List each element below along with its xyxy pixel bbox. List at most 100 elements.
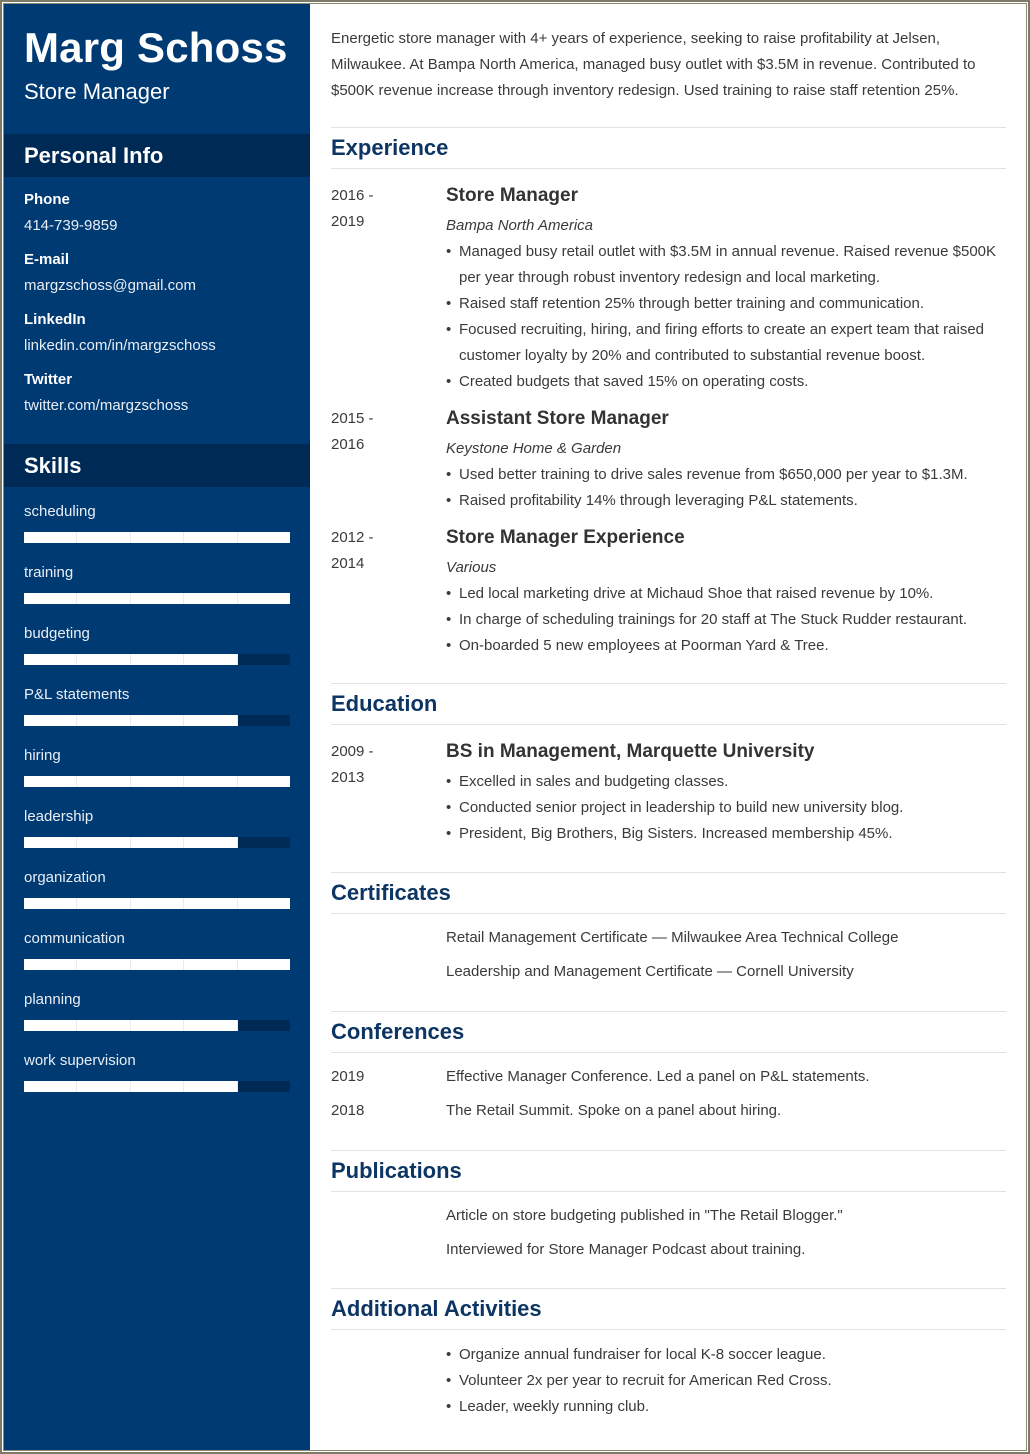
skill-level-segment-filled (237, 593, 291, 604)
date-start: 2012 - (331, 529, 374, 546)
bullet-item: On-boarded 5 new employees at Poorman Ya… (446, 633, 1006, 659)
skill-level-bar (24, 776, 291, 787)
section-title: Publications (331, 1158, 462, 1183)
education-entry: 2009 - 2013 BS in Management, Marquette … (331, 739, 1006, 847)
skill-level-segment-filled (24, 532, 78, 543)
bullet-list: Led local marketing drive at Michaud Sho… (446, 581, 1006, 659)
skill-item: leadership (24, 807, 291, 868)
activities-section: Additional Activities Organize annual fu… (331, 1288, 1006, 1420)
divider (331, 1191, 1006, 1192)
skill-level-segment-filled (184, 593, 238, 604)
skill-level-segment-filled (24, 1020, 78, 1031)
contact-email: E-mail margzschoss@gmail.com (24, 250, 294, 310)
contact-label: Phone (24, 191, 70, 208)
divider (331, 913, 1006, 914)
date-start: 2009 - (331, 743, 374, 760)
date-end: 2013 (331, 769, 365, 786)
personal-info-heading: Personal Info (4, 134, 310, 177)
conference-year: 2018 (331, 1102, 365, 1119)
skill-level-segment-filled (130, 715, 185, 726)
skill-level-segment-filled (184, 898, 238, 909)
skill-item: organization (24, 868, 291, 929)
skill-level-bar (24, 959, 291, 970)
publications-section: Publications Article on store budgeting … (331, 1150, 1006, 1267)
skill-item: hiring (24, 746, 291, 807)
skill-level-segment-empty (237, 1081, 291, 1092)
divider (331, 168, 1006, 169)
conference-item: 2018 The Retail Summit. Spoke on a panel… (331, 1094, 1006, 1128)
section-title: Certificates (331, 880, 451, 905)
skill-level-segment-filled (24, 715, 78, 726)
date-end: 2019 (331, 213, 365, 230)
skill-level-segment-filled (77, 898, 131, 909)
conference-item: 2019 Effective Manager Conference. Led a… (331, 1060, 1006, 1094)
experience-entry: 2016 - 2019 Store Manager Bampa North Am… (331, 183, 1006, 395)
skill-level-bar (24, 898, 291, 909)
contact-label: Twitter (24, 371, 73, 388)
skill-item: training (24, 563, 291, 624)
skill-level-segment-filled (77, 715, 131, 726)
entry-date: 2015 - 2016 (331, 406, 431, 458)
skill-item: P&L statements (24, 685, 291, 746)
skill-level-segment-filled (130, 1020, 185, 1031)
experience-section: Experience 2016 - 2019 Store Manager Bam… (331, 127, 1006, 659)
skill-name: hiring (24, 747, 61, 764)
candidate-role: Store Manager (24, 79, 170, 104)
linkedin-link[interactable]: linkedin.com/in/margzschoss (24, 336, 294, 356)
conference-text: The Retail Summit. Spoke on a panel abou… (446, 1102, 782, 1119)
bullet-list: Used better training to drive sales reve… (446, 462, 1006, 514)
skills-list: scheduling training budgeting P&L statement… (24, 502, 291, 1112)
skill-level-segment-filled (184, 654, 238, 665)
contact-label: LinkedIn (24, 311, 86, 328)
skill-level-segment-filled (184, 776, 238, 787)
skill-level-segment-filled (77, 532, 131, 543)
education-section: Education 2009 - 2013 BS in Management, … (331, 683, 1006, 847)
skill-level-segment-filled (130, 654, 185, 665)
skill-level-bar (24, 1020, 291, 1031)
skill-level-segment-filled (237, 776, 291, 787)
skill-level-segment-filled (237, 898, 291, 909)
skill-level-segment-filled (77, 654, 131, 665)
skill-level-segment-filled (130, 837, 185, 848)
date-end: 2016 (331, 436, 365, 453)
bullet-list: Excelled in sales and budgeting classes.… (446, 769, 1006, 847)
skill-level-segment-empty (237, 654, 291, 665)
section-title: Additional Activities (331, 1296, 542, 1321)
bullet-item: President, Big Brothers, Big Sisters. In… (446, 821, 1006, 847)
email-link[interactable]: margzschoss@gmail.com (24, 276, 294, 296)
skill-level-bar (24, 837, 291, 848)
contact-list: Phone 414-739-9859 E-mail margzschoss@gm… (24, 190, 294, 430)
divider (331, 724, 1006, 725)
skill-level-segment-filled (184, 1020, 238, 1031)
bullet-item: Volunteer 2x per year to recruit for Ame… (446, 1368, 1006, 1394)
skill-level-segment-empty (237, 715, 291, 726)
company-name: Bampa North America (446, 217, 593, 234)
skill-level-segment-filled (24, 959, 78, 970)
skill-level-segment-filled (24, 898, 78, 909)
publication-item: Article on store budgeting published in … (446, 1207, 843, 1224)
skill-level-segment-filled (130, 593, 185, 604)
conference-text: Effective Manager Conference. Led a pane… (446, 1068, 870, 1085)
bullet-item: Used better training to drive sales reve… (446, 462, 1006, 488)
profile-summary: Energetic store manager with 4+ years of… (331, 30, 976, 99)
job-title: Store Manager (446, 185, 578, 206)
bullet-item: Leader, weekly running club. (446, 1394, 1006, 1420)
skill-level-segment-filled (184, 959, 238, 970)
skill-level-segment-filled (237, 532, 291, 543)
date-end: 2014 (331, 555, 365, 572)
skill-level-segment-filled (24, 654, 78, 665)
twitter-link[interactable]: twitter.com/margzschoss (24, 396, 294, 416)
skill-level-segment-filled (77, 959, 131, 970)
candidate-name: Marg Schoss (24, 24, 288, 71)
skill-name: communication (24, 930, 125, 947)
skill-name: budgeting (24, 625, 90, 642)
skill-level-segment-filled (130, 776, 185, 787)
skill-level-bar (24, 654, 291, 665)
conference-year: 2019 (331, 1068, 365, 1085)
skill-level-bar (24, 715, 291, 726)
skill-level-segment-filled (77, 1081, 131, 1092)
certificates-section: Certificates Retail Management Certifica… (331, 872, 1006, 989)
date-start: 2015 - (331, 410, 374, 427)
company-name: Keystone Home & Garden (446, 440, 622, 457)
phone-value: 414-739-9859 (24, 217, 118, 234)
